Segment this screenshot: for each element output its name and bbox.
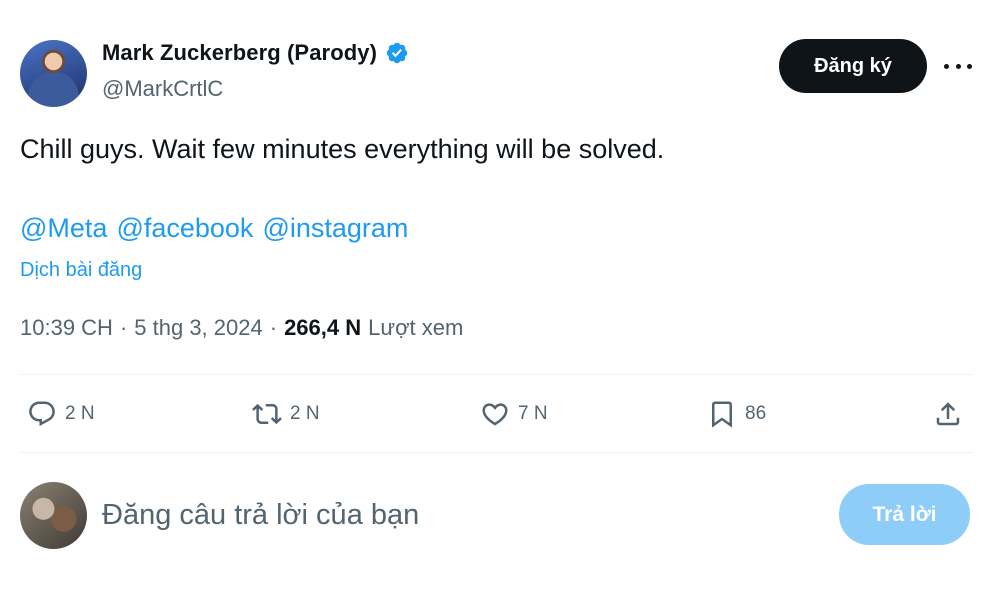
mention-instagram[interactable]: @instagram: [262, 213, 408, 244]
post-text: Chill guys. Wait few minutes everything …: [20, 134, 665, 164]
repost-count: 2 N: [290, 403, 320, 424]
divider: [20, 452, 974, 453]
viewer-avatar[interactable]: [20, 482, 87, 549]
like-count: 7 N: [518, 403, 548, 424]
reply-count: 2 N: [65, 403, 95, 424]
post-mentions: @Meta @facebook @instagram: [20, 213, 408, 244]
mention-meta[interactable]: @Meta: [20, 213, 107, 244]
author-handle[interactable]: @MarkCrtlC: [102, 76, 223, 102]
views-count: 266,4 N: [284, 315, 362, 340]
author-name-row: Mark Zuckerberg (Parody): [102, 40, 409, 66]
author-avatar[interactable]: [20, 40, 87, 107]
share-icon: [936, 402, 960, 426]
reply-submit-button[interactable]: Trả lời: [839, 484, 970, 545]
reply-input[interactable]: [102, 493, 802, 537]
meta-separator: ·: [269, 315, 278, 340]
like-button[interactable]: 7 N: [480, 394, 548, 434]
meta-separator: ·: [119, 315, 128, 340]
tweet-card: Mark Zuckerberg (Parody) @MarkCrtlC Đăng…: [0, 0, 999, 590]
translate-post-link[interactable]: Dịch bài đăng: [20, 259, 142, 282]
share-button[interactable]: [933, 394, 963, 434]
bookmark-count: 86: [745, 403, 767, 424]
reply-button[interactable]: 2 N: [27, 394, 95, 434]
bookmark-button[interactable]: 86: [707, 394, 766, 434]
views-label: Lượt xem: [368, 315, 464, 340]
repost-button[interactable]: 2 N: [252, 394, 320, 434]
subscribe-button[interactable]: Đăng ký: [779, 39, 927, 93]
verified-badge-icon[interactable]: [385, 41, 409, 65]
author-display-name[interactable]: Mark Zuckerberg (Parody): [102, 40, 377, 66]
more-horizontal-icon[interactable]: [944, 54, 972, 78]
reply-icon: [29, 401, 55, 427]
mention-facebook[interactable]: @facebook: [116, 213, 253, 244]
divider: [20, 374, 974, 375]
post-meta: 10:39 CH · 5 thg 3, 2024 · 266,4 N Lượt …: [20, 315, 463, 341]
heart-icon: [482, 403, 508, 426]
bookmark-icon: [712, 401, 732, 428]
post-time[interactable]: 10:39 CH: [20, 315, 113, 341]
post-date[interactable]: 5 thg 3, 2024: [134, 315, 262, 341]
repost-icon: [252, 403, 282, 425]
